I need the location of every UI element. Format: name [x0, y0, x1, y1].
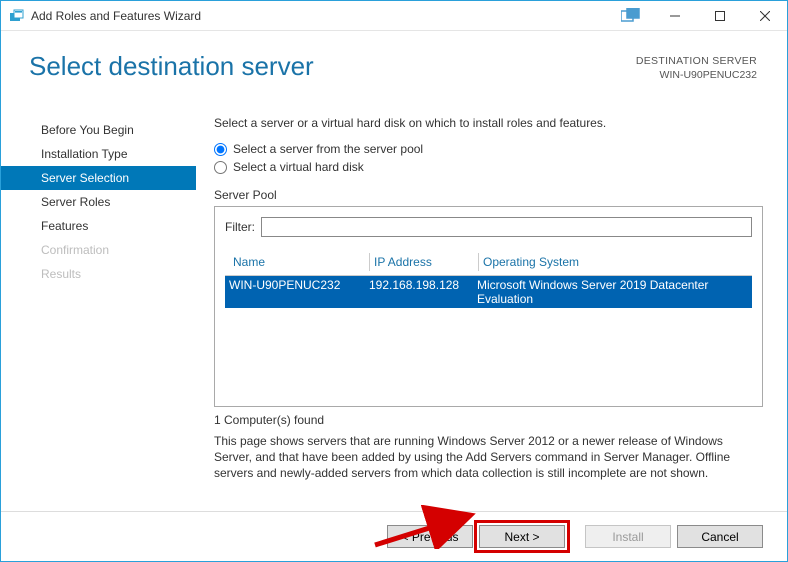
install-button: Install	[585, 525, 671, 548]
instruction-text: Select a server or a virtual hard disk o…	[214, 116, 763, 130]
titlebar: Add Roles and Features Wizard	[1, 1, 787, 31]
previous-button[interactable]: < Previous	[387, 525, 473, 548]
sidebar-item-results: Results	[1, 262, 196, 286]
info-note: This page shows servers that are running…	[214, 433, 763, 482]
col-os[interactable]: Operating System	[479, 253, 752, 271]
wizard-sidebar: Before You Begin Installation Type Serve…	[1, 96, 196, 511]
wizard-window: Add Roles and Features Wizard Select des…	[0, 0, 788, 562]
radio-server-pool[interactable]	[214, 143, 227, 156]
server-row-name: WIN-U90PENUC232	[225, 276, 365, 308]
radio-vhd[interactable]	[214, 161, 227, 174]
window-controls	[652, 1, 787, 30]
server-row[interactable]: WIN-U90PENUC232 192.168.198.128 Microsof…	[225, 276, 752, 308]
radio-vhd-label: Select a virtual hard disk	[233, 160, 364, 174]
sidebar-item-server-selection[interactable]: Server Selection	[1, 166, 196, 190]
filter-input[interactable]	[261, 217, 752, 237]
page-title: Select destination server	[29, 51, 314, 82]
destination-server-info: DESTINATION SERVER WIN-U90PENUC232	[636, 51, 757, 82]
destination-label: DESTINATION SERVER	[636, 55, 757, 69]
minimize-button[interactable]	[652, 1, 697, 30]
wizard-header: Select destination server DESTINATION SE…	[1, 31, 787, 90]
server-row-os: Microsoft Windows Server 2019 Datacenter…	[473, 276, 752, 308]
cancel-button[interactable]: Cancel	[677, 525, 763, 548]
destination-name: WIN-U90PENUC232	[636, 69, 757, 83]
filter-label: Filter:	[225, 220, 255, 234]
server-manager-icon[interactable]	[614, 1, 648, 30]
next-button[interactable]: Next >	[479, 525, 565, 548]
radio-server-pool-label: Select a server from the server pool	[233, 142, 423, 156]
server-grid: Name IP Address Operating System WIN-U90…	[225, 249, 752, 406]
sidebar-item-confirmation: Confirmation	[1, 238, 196, 262]
window-title: Add Roles and Features Wizard	[31, 9, 614, 23]
sidebar-item-server-roles[interactable]: Server Roles	[1, 190, 196, 214]
close-button[interactable]	[742, 1, 787, 30]
maximize-button[interactable]	[697, 1, 742, 30]
wizard-content: Select a server or a virtual hard disk o…	[196, 96, 787, 511]
app-icon	[9, 8, 25, 24]
sidebar-item-before-you-begin[interactable]: Before You Begin	[1, 118, 196, 142]
server-pool-box: Filter: Name IP Address Operating System…	[214, 206, 763, 407]
sidebar-item-features[interactable]: Features	[1, 214, 196, 238]
server-row-ip: 192.168.198.128	[365, 276, 473, 308]
computers-found: 1 Computer(s) found	[214, 413, 763, 427]
server-pool-label: Server Pool	[214, 188, 763, 202]
col-ip[interactable]: IP Address	[370, 253, 478, 271]
wizard-footer: < Previous Next > Install Cancel	[1, 511, 787, 561]
sidebar-item-installation-type[interactable]: Installation Type	[1, 142, 196, 166]
col-name[interactable]: Name	[229, 253, 369, 271]
